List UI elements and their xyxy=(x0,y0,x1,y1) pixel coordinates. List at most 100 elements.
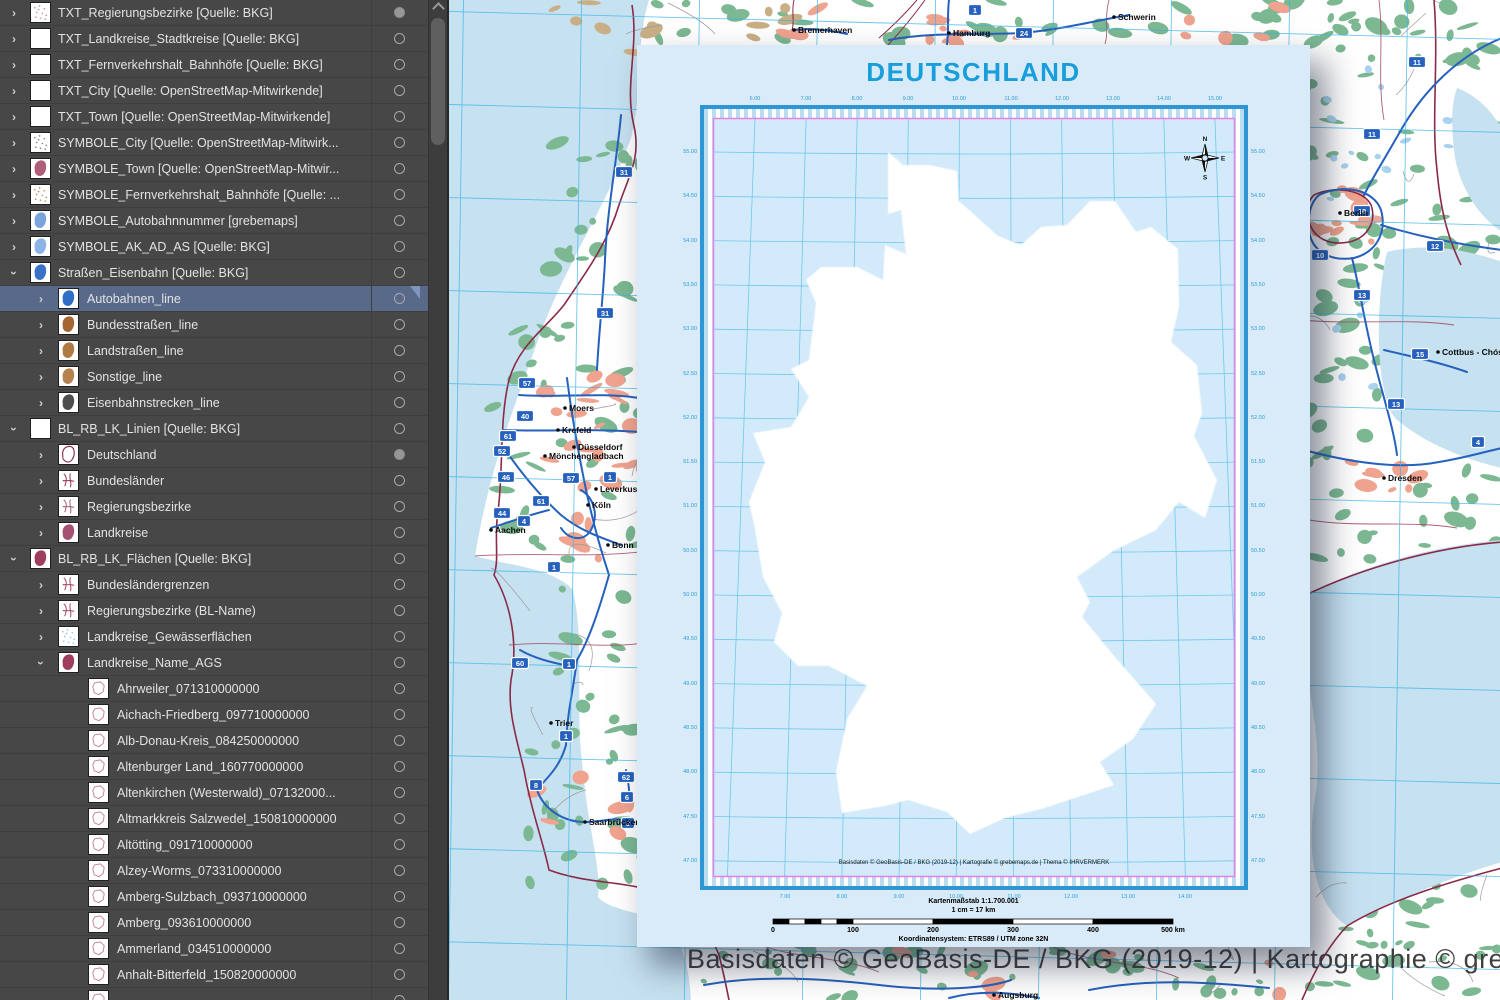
layer-visibility-radio[interactable] xyxy=(394,371,405,382)
layer-visibility-radio[interactable] xyxy=(394,267,405,278)
expand-chevron-icon[interactable]: › xyxy=(35,603,47,619)
layer-visibility-radio[interactable] xyxy=(394,943,405,954)
expand-chevron-icon[interactable]: › xyxy=(33,657,49,669)
layer-visibility-radio[interactable] xyxy=(394,605,405,616)
layer-visibility-radio[interactable] xyxy=(394,111,405,122)
expand-chevron-icon[interactable]: › xyxy=(8,187,20,203)
layer-visibility-radio[interactable] xyxy=(394,397,405,408)
layer-visibility-radio[interactable] xyxy=(394,631,405,642)
layer-row[interactable]: Aichach-Friedberg_097710000000 xyxy=(0,702,428,728)
layer-row[interactable]: ›TXT_Town [Quelle: OpenStreetMap-Mitwirk… xyxy=(0,104,428,130)
layer-row[interactable]: Amberg_093610000000 xyxy=(0,910,428,936)
expand-chevron-icon[interactable]: › xyxy=(35,577,47,593)
layer-row[interactable]: ›Landkreise_Name_AGS xyxy=(0,650,428,676)
layer-visibility-radio[interactable] xyxy=(394,995,405,1000)
layer-visibility-radio[interactable] xyxy=(394,813,405,824)
layer-visibility-radio[interactable] xyxy=(394,215,405,226)
layer-row[interactable]: ›SYMBOLE_Town [Quelle: OpenStreetMap-Mit… xyxy=(0,156,428,182)
layer-visibility-radio[interactable] xyxy=(394,891,405,902)
layer-row[interactable]: ›SYMBOLE_City [Quelle: OpenStreetMap-Mit… xyxy=(0,130,428,156)
expand-chevron-icon[interactable]: › xyxy=(8,161,20,177)
expand-chevron-icon[interactable]: › xyxy=(8,83,20,99)
layer-visibility-radio[interactable] xyxy=(394,85,405,96)
expand-chevron-icon[interactable]: › xyxy=(35,291,47,307)
layer-visibility-radio[interactable] xyxy=(394,579,405,590)
scrollbar-thumb[interactable] xyxy=(431,18,445,145)
expand-chevron-icon[interactable]: › xyxy=(35,395,47,411)
expand-chevron-icon[interactable]: › xyxy=(8,5,20,21)
layer-visibility-radio[interactable] xyxy=(394,917,405,928)
layer-visibility-radio[interactable] xyxy=(394,969,405,980)
expand-chevron-icon[interactable]: › xyxy=(8,135,20,151)
layer-visibility-radio[interactable] xyxy=(394,787,405,798)
layer-visibility-radio[interactable] xyxy=(394,683,405,694)
layer-row[interactable]: ›Bundesländergrenzen xyxy=(0,572,428,598)
layer-row[interactable]: ›SYMBOLE_Fernverkehrshalt_Bahnhöfe [Quel… xyxy=(0,182,428,208)
layer-visibility-radio[interactable] xyxy=(394,657,405,668)
layer-visibility-radio[interactable] xyxy=(394,33,405,44)
layer-row[interactable]: Altenkirchen (Westerwald)_07132000... xyxy=(0,780,428,806)
layer-row[interactable]: ›Sonstige_line xyxy=(0,364,428,390)
layer-row[interactable]: ›TXT_City [Quelle: OpenStreetMap-Mitwirk… xyxy=(0,78,428,104)
layer-row[interactable]: Ahrweiler_071310000000 xyxy=(0,676,428,702)
layer-row[interactable]: ›Regierungsbezirke (BL-Name) xyxy=(0,598,428,624)
layer-row[interactable]: ›Bundesländer xyxy=(0,468,428,494)
layer-visibility-radio[interactable] xyxy=(394,865,405,876)
layer-visibility-radio[interactable] xyxy=(394,449,405,460)
layer-row[interactable] xyxy=(0,988,428,1000)
layer-visibility-radio[interactable] xyxy=(394,163,405,174)
expand-chevron-icon[interactable]: › xyxy=(6,267,22,279)
layer-row[interactable]: ›Landkreise xyxy=(0,520,428,546)
layer-visibility-radio[interactable] xyxy=(394,553,405,564)
layer-row[interactable]: ›Landstraßen_line xyxy=(0,338,428,364)
layer-row[interactable]: ›BL_RB_LK_Flächen [Quelle: BKG] xyxy=(0,546,428,572)
expand-chevron-icon[interactable]: › xyxy=(8,213,20,229)
layer-visibility-radio[interactable] xyxy=(394,423,405,434)
layer-row[interactable]: ›TXT_Fernverkehrshalt_Bahnhöfe [Quelle: … xyxy=(0,52,428,78)
expand-chevron-icon[interactable]: › xyxy=(35,343,47,359)
layer-visibility-radio[interactable] xyxy=(394,137,405,148)
layer-row[interactable]: ›SYMBOLE_Autobahnnummer [grebemaps] xyxy=(0,208,428,234)
expand-chevron-icon[interactable]: › xyxy=(8,109,20,125)
layer-visibility-radio[interactable] xyxy=(394,189,405,200)
layer-visibility-radio[interactable] xyxy=(394,475,405,486)
layer-visibility-radio[interactable] xyxy=(394,59,405,70)
expand-chevron-icon[interactable]: › xyxy=(6,423,22,435)
layer-visibility-radio[interactable] xyxy=(394,527,405,538)
layer-row[interactable]: Alzey-Worms_073310000000 xyxy=(0,858,428,884)
layer-row[interactable]: ›SYMBOLE_AK_AD_AS [Quelle: BKG] xyxy=(0,234,428,260)
layer-row[interactable]: ›Deutschland xyxy=(0,442,428,468)
expand-chevron-icon[interactable]: › xyxy=(35,369,47,385)
layer-row[interactable]: ›Bundesstraßen_line xyxy=(0,312,428,338)
expand-chevron-icon[interactable]: › xyxy=(35,499,47,515)
expand-chevron-icon[interactable]: › xyxy=(6,553,22,565)
layer-row[interactable]: Altmarkkreis Salzwedel_150810000000 xyxy=(0,806,428,832)
layer-visibility-radio[interactable] xyxy=(394,345,405,356)
expand-chevron-icon[interactable]: › xyxy=(8,31,20,47)
scroll-up-arrow-icon[interactable] xyxy=(432,2,445,15)
expand-chevron-icon[interactable]: › xyxy=(8,239,20,255)
layer-visibility-radio[interactable] xyxy=(394,735,405,746)
layer-row[interactable]: ›TXT_Landkreise_Stadtkreise [Quelle: BKG… xyxy=(0,26,428,52)
layer-visibility-radio[interactable] xyxy=(394,839,405,850)
expand-chevron-icon[interactable]: › xyxy=(8,57,20,73)
layer-visibility-radio[interactable] xyxy=(394,293,405,304)
layer-row[interactable]: ›BL_RB_LK_Linien [Quelle: BKG] xyxy=(0,416,428,442)
layer-row[interactable]: ›Eisenbahnstrecken_line xyxy=(0,390,428,416)
layer-row[interactable]: Alb-Donau-Kreis_084250000000 xyxy=(0,728,428,754)
expand-chevron-icon[interactable]: › xyxy=(35,473,47,489)
layer-row[interactable]: Anhalt-Bitterfeld_150820000000 xyxy=(0,962,428,988)
layer-row[interactable]: ›Straßen_Eisenbahn [Quelle: BKG] xyxy=(0,260,428,286)
expand-chevron-icon[interactable]: › xyxy=(35,447,47,463)
layer-row[interactable]: ›Regierungsbezirke xyxy=(0,494,428,520)
layer-row[interactable]: Altenburger Land_160770000000 xyxy=(0,754,428,780)
layer-visibility-radio[interactable] xyxy=(394,709,405,720)
layer-visibility-radio[interactable] xyxy=(394,761,405,772)
layer-visibility-radio[interactable] xyxy=(394,319,405,330)
layer-row[interactable]: Amberg-Sulzbach_093710000000 xyxy=(0,884,428,910)
layers-scrollbar[interactable] xyxy=(428,0,447,1000)
layer-row[interactable]: Altötting_091710000000 xyxy=(0,832,428,858)
layer-row[interactable]: ›Autobahnen_line xyxy=(0,286,428,312)
layer-visibility-radio[interactable] xyxy=(394,7,405,18)
expand-chevron-icon[interactable]: › xyxy=(35,525,47,541)
